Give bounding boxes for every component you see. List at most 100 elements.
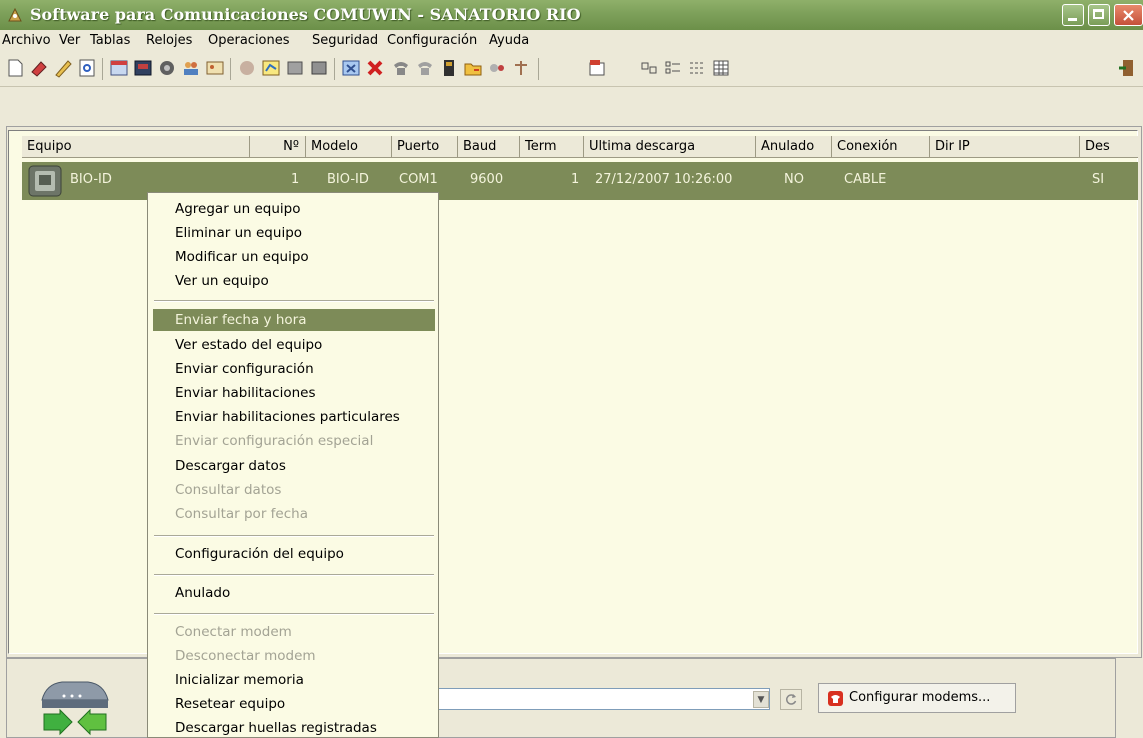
column-header-conexion[interactable]: Conexión	[832, 136, 930, 158]
column-header-puerto[interactable]: Puerto	[392, 136, 458, 158]
telephone-icon	[828, 691, 843, 706]
maximize-button[interactable]	[1088, 4, 1110, 26]
refresh-icon	[786, 694, 797, 705]
menu-item-ver-estado[interactable]: Ver estado del equipo	[175, 337, 322, 353]
menu-item-desconectar-modem[interactable]: Desconectar modem	[175, 648, 316, 664]
connect-icon[interactable]	[486, 57, 508, 79]
memory-icon[interactable]	[438, 57, 460, 79]
menu-separator	[154, 574, 434, 576]
toolbar-separator	[102, 58, 103, 80]
cell-des: SI	[1092, 172, 1105, 187]
antenna-icon[interactable]	[510, 57, 532, 79]
menu-separator	[154, 535, 434, 537]
modem-icon	[41, 681, 109, 736]
table-icon[interactable]	[308, 57, 330, 79]
pencil-icon[interactable]	[52, 57, 74, 79]
properties-icon[interactable]	[586, 57, 608, 79]
menu-seguridad[interactable]: Seguridad	[312, 33, 378, 48]
cell-numero: 1	[291, 172, 300, 187]
menu-item-resetear-equipo[interactable]: Resetear equipo	[175, 696, 285, 712]
menu-item-eliminar-equipo[interactable]: Eliminar un equipo	[175, 225, 302, 241]
menu-item-inicializar-memoria[interactable]: Inicializar memoria	[175, 672, 304, 688]
hand-icon[interactable]	[236, 57, 258, 79]
cell-puerto: COM1	[399, 172, 438, 187]
large-icons-icon[interactable]	[638, 57, 660, 79]
details-view-icon[interactable]	[710, 57, 732, 79]
eraser-icon[interactable]	[28, 57, 50, 79]
new-file-icon[interactable]	[4, 57, 26, 79]
user-card-icon[interactable]	[204, 57, 226, 79]
menu-separator	[154, 613, 434, 615]
delete-icon[interactable]	[364, 57, 386, 79]
configure-modems-label: Configurar modems...	[849, 690, 991, 705]
cell-ultima-descarga: 27/12/2007 10:26:00	[595, 172, 733, 187]
calendar-icon[interactable]	[108, 57, 130, 79]
view-icon[interactable]	[76, 57, 98, 79]
menu-item-enviar-configuracion[interactable]: Enviar configuración	[175, 361, 314, 377]
toolbar-separator	[230, 58, 231, 80]
column-header-dir-ip[interactable]: Dir IP	[930, 136, 1080, 158]
menu-item-descargar-huellas[interactable]: Descargar huellas registradas	[175, 720, 377, 736]
column-header-des[interactable]: Des	[1080, 136, 1138, 158]
menu-item-enviar-fecha-hora[interactable]: Enviar fecha y hora	[175, 312, 306, 328]
menu-relojes[interactable]: Relojes	[146, 33, 192, 48]
menu-item-consultar-datos[interactable]: Consultar datos	[175, 482, 281, 498]
menu-operaciones[interactable]: Operaciones	[208, 33, 290, 48]
menu-ayuda[interactable]: Ayuda	[489, 33, 529, 48]
menu-item-enviar-configuracion-especial[interactable]: Enviar configuración especial	[175, 433, 373, 449]
menu-configuracion[interactable]: Configuración	[387, 33, 477, 48]
toolbar	[0, 52, 1143, 87]
column-header-numero[interactable]: Nº	[250, 136, 306, 158]
phone-call-icon[interactable]	[414, 57, 436, 79]
menu-separator	[154, 300, 434, 302]
menu-item-ver-equipo[interactable]: Ver un equipo	[175, 273, 269, 289]
menu-tablas[interactable]: Tablas	[90, 33, 130, 48]
menu-item-agregar-equipo[interactable]: Agregar un equipo	[175, 201, 300, 217]
close-button[interactable]	[1114, 4, 1143, 26]
configure-modems-button[interactable]: Configurar modems...	[818, 683, 1016, 713]
column-header-equipo[interactable]: Equipo	[22, 136, 250, 158]
close-icon	[1123, 10, 1134, 21]
folder-arrow-icon[interactable]	[462, 57, 484, 79]
menu-archivo[interactable]: Archivo	[2, 33, 51, 48]
cell-baud: 9600	[470, 172, 504, 187]
biometric-device-icon	[28, 165, 62, 197]
phone-icon[interactable]	[390, 57, 412, 79]
maximize-icon	[1093, 9, 1104, 19]
groups-icon[interactable]	[284, 57, 306, 79]
refresh-button[interactable]	[780, 689, 802, 710]
menu-item-conectar-modem[interactable]: Conectar modem	[175, 624, 292, 640]
cell-conexion: CABLE	[844, 172, 887, 187]
menu-item-enviar-habilitaciones-particulares[interactable]: Enviar habilitaciones particulares	[175, 409, 400, 425]
column-header-term[interactable]: Term	[520, 136, 584, 158]
exit-door-icon[interactable]	[1116, 57, 1138, 79]
menu-item-configuracion-equipo[interactable]: Configuración del equipo	[175, 546, 344, 562]
context-menu: Agregar un equipo Eliminar un equipo Mod…	[147, 192, 439, 738]
column-header-modelo[interactable]: Modelo	[306, 136, 392, 158]
cell-anulado: NO	[784, 172, 804, 187]
column-header-ultima-descarga[interactable]: Ultima descarga	[584, 136, 756, 158]
schedule-icon[interactable]	[260, 57, 282, 79]
fingerprint-icon[interactable]	[156, 57, 178, 79]
window-x-icon[interactable]	[340, 57, 362, 79]
menu-item-consultar-por-fecha[interactable]: Consultar por fecha	[175, 506, 308, 522]
modem-select[interactable]	[430, 688, 770, 710]
menu-item-enviar-habilitaciones[interactable]: Enviar habilitaciones	[175, 385, 315, 401]
window-title: Software para Comunicaciones COMUWIN - S…	[30, 5, 581, 24]
menu-item-anulado[interactable]: Anulado	[175, 585, 230, 601]
menu-item-descargar-datos[interactable]: Descargar datos	[175, 458, 286, 474]
minimize-icon	[1068, 18, 1077, 21]
toolbar-separator	[538, 58, 539, 80]
users-icon[interactable]	[180, 57, 202, 79]
column-header-baud[interactable]: Baud	[458, 136, 520, 158]
app-icon	[8, 7, 22, 22]
cell-term: 1	[571, 172, 580, 187]
list-view-icon[interactable]	[686, 57, 708, 79]
small-icons-icon[interactable]	[662, 57, 684, 79]
menu-ver[interactable]: Ver	[59, 33, 80, 48]
chevron-down-icon[interactable]: ▼	[753, 691, 769, 708]
minimize-button[interactable]	[1062, 4, 1084, 26]
menu-item-modificar-equipo[interactable]: Modificar un equipo	[175, 249, 309, 265]
column-header-anulado[interactable]: Anulado	[756, 136, 832, 158]
device-icon[interactable]	[132, 57, 154, 79]
